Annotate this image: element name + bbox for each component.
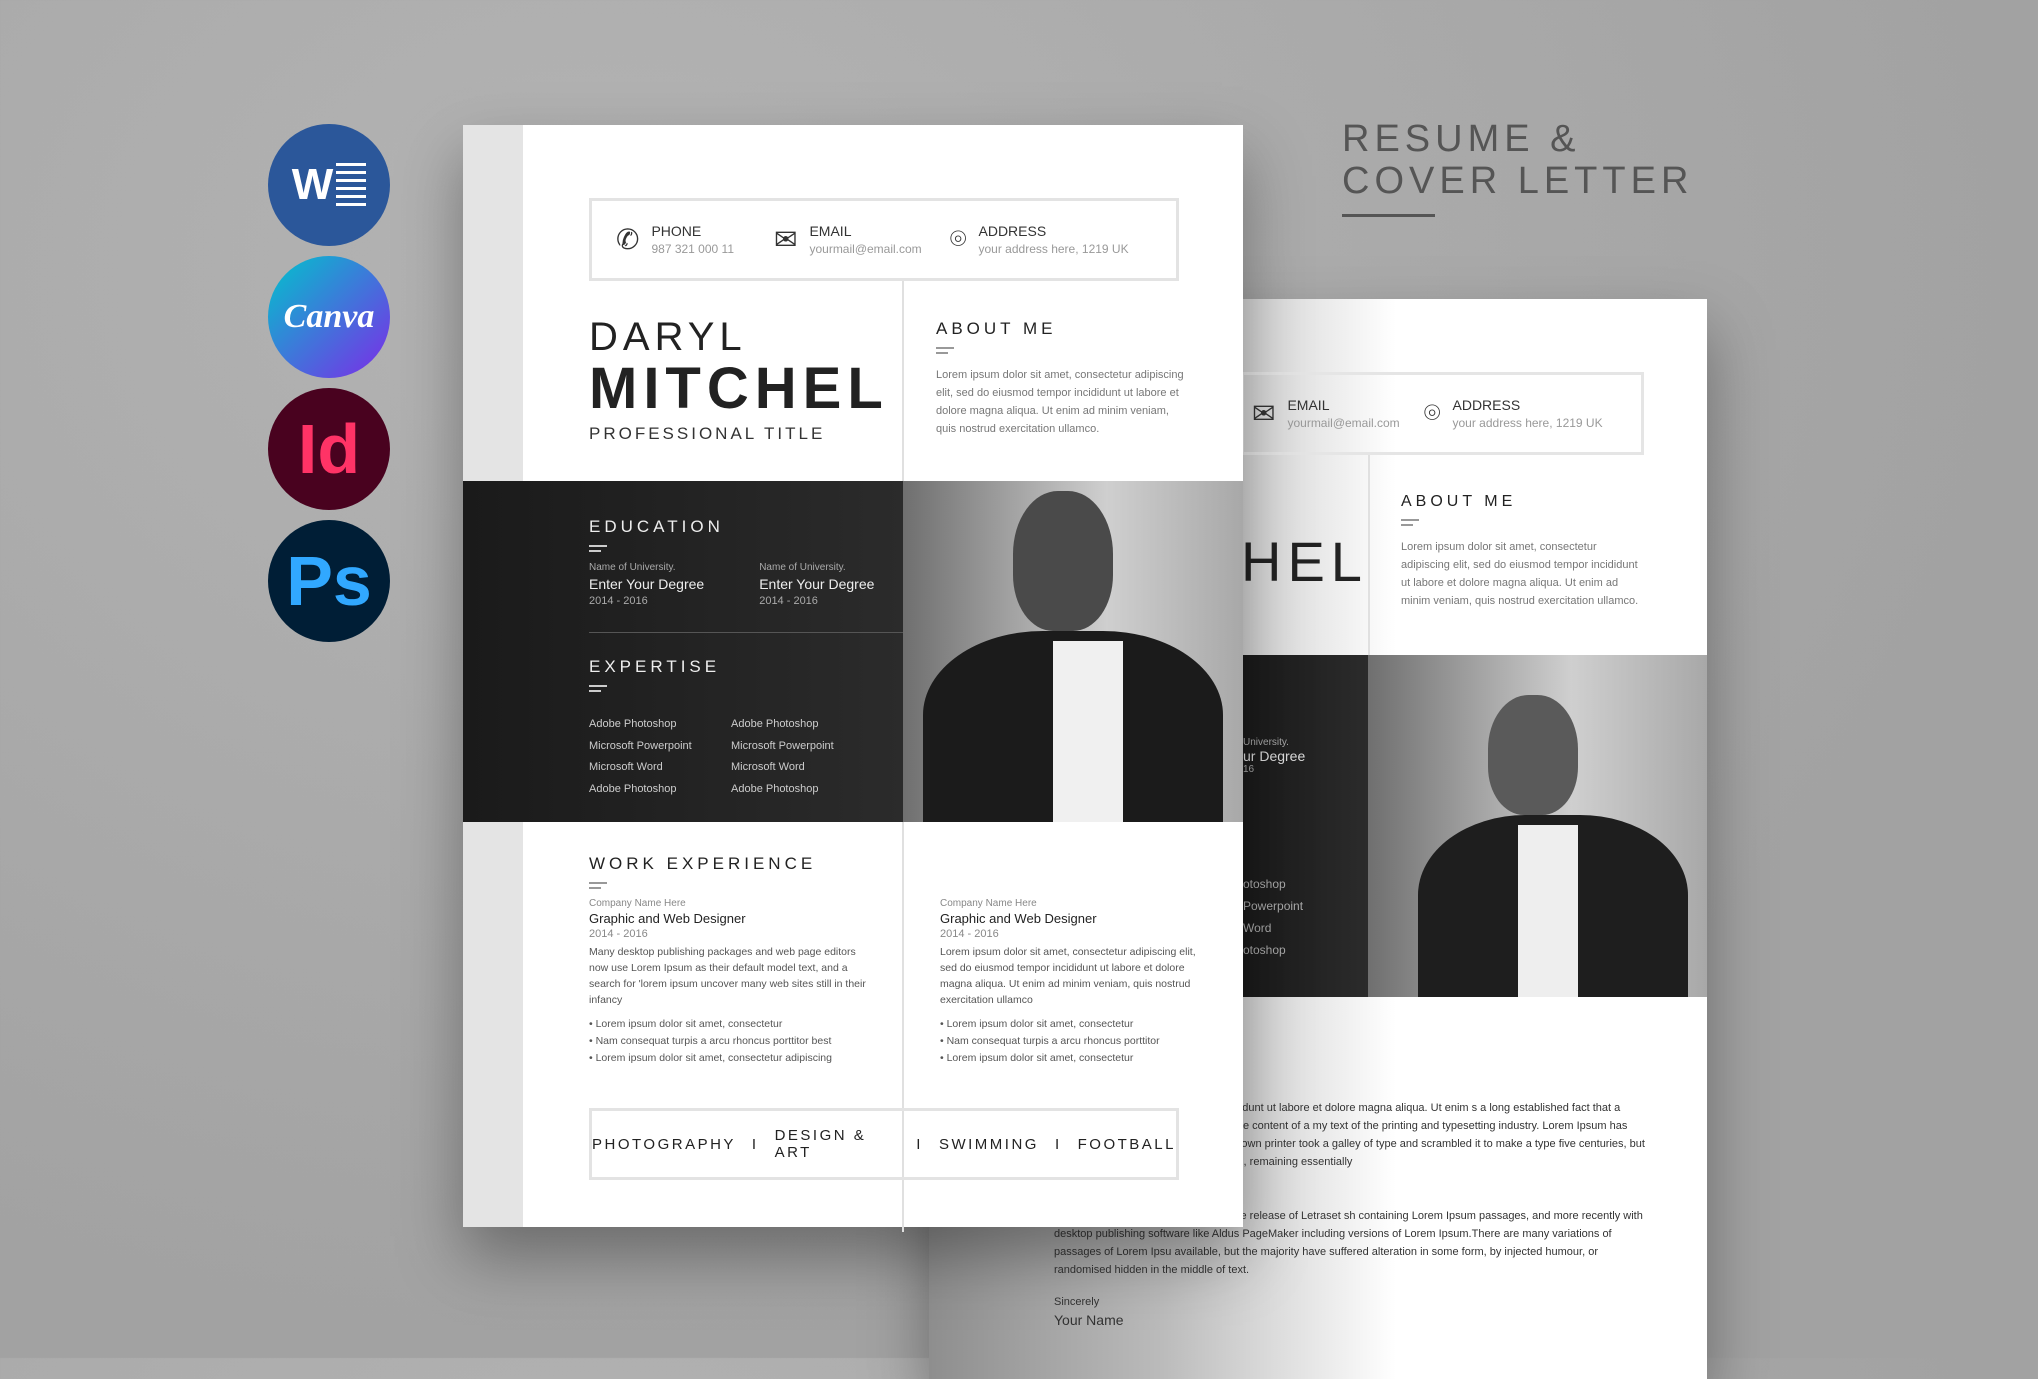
back-name-fragment: HEL (1241, 530, 1368, 593)
back-dark-band: University. ur Degree 16 otoshop Powerpoi… (1243, 655, 1368, 997)
back-about: ABOUT ME Lorem ipsum dolor sit amet, con… (1401, 493, 1639, 607)
name-block: DARYL MITCHEL PROFESSIONAL TITLE (589, 315, 889, 444)
about-section: ABOUT ME Lorem ipsum dolor sit amet, con… (936, 319, 1184, 435)
email-icon: ✉ (1252, 398, 1276, 429)
indesign-icon: Id (268, 388, 390, 510)
professional-title: PROFESSIONAL TITLE (589, 424, 826, 443)
back-contact-box: ✉ EMAIL yourmail@email.com ⌾ ADDRESS your ad… (1241, 372, 1644, 455)
word-icon: W (268, 124, 390, 246)
hobby: DESIGN & ART (774, 1127, 867, 1161)
dark-band: EDUCATION Name of University. Enter Your … (463, 481, 903, 822)
title-underline (1342, 214, 1435, 217)
education-item: Name of University. Enter Your Degree 2014… (589, 562, 705, 607)
title-line-1: RESUME & (1342, 118, 1581, 160)
education-item: Name of University. Enter Your Degree 2014… (759, 562, 875, 607)
photoshop-icon: Ps (268, 520, 390, 642)
location-icon: ⌾ (1423, 397, 1441, 428)
hobby: SWIMMING (938, 1135, 1039, 1153)
job-entry: Company Name Here Graphic and Web Design… (940, 898, 1210, 1067)
resume-page: ✆ PHONE 987 321 000 11 ✉ EMAIL yourmail@emai… (463, 125, 1243, 1232)
canva-icon: Canva (268, 256, 390, 378)
hobby: PHOTOGRAPHY (592, 1135, 736, 1153)
portrait-photo (903, 481, 1243, 822)
work-experience-section: WORK EXPERIENCE (589, 854, 816, 889)
product-title: RESUME & COVER LETTER (1342, 118, 1693, 217)
email-icon: ✉ (774, 224, 798, 255)
expertise-section: EXPERTISE Adobe Photoshop Microsoft Power… (589, 657, 834, 795)
hobby: FOOTBALL (1077, 1135, 1176, 1153)
hobbies-box: PHOTOGRAPHY I DESIGN & ART I SWIMMING I FOO… (589, 1108, 1179, 1180)
first-name: DARYL (589, 315, 747, 359)
location-icon: ⌾ (949, 223, 967, 254)
contact-box: ✆ PHONE 987 321 000 11 ✉ EMAIL yourmail@emai… (589, 198, 1179, 281)
last-name: MITCHEL (589, 356, 889, 421)
education-section: EDUCATION Name of University. Enter Your … (589, 517, 875, 607)
job-entry: Company Name Here Graphic and Web Design… (589, 898, 869, 1067)
back-portrait-photo (1368, 655, 1707, 997)
title-line-2: COVER LETTER (1342, 160, 1694, 202)
phone-icon: ✆ (616, 224, 640, 255)
